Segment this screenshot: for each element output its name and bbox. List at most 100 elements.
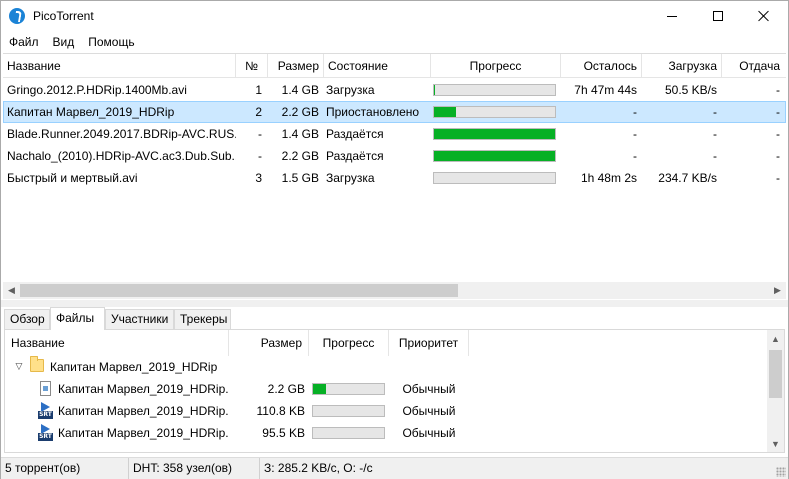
torrent-name: Blade.Runner.2049.2017.BDRip-AVC.RUS... xyxy=(7,127,236,141)
torrent-download-speed: - xyxy=(713,127,717,141)
column-progress[interactable]: Прогресс xyxy=(431,54,561,78)
scroll-right-icon[interactable]: ▶ xyxy=(769,282,786,299)
torrent-progress-bar xyxy=(433,172,556,184)
torrent-row[interactable]: Gringo.2012.P.HDRip.1400Mb.avi 1 1.4 GB … xyxy=(3,79,786,101)
maximize-button[interactable] xyxy=(695,1,741,31)
column-state[interactable]: Состояние xyxy=(324,54,431,78)
folder-row[interactable]: ▽ Капитан Марвел_2019_HDRip xyxy=(5,356,767,378)
torrent-progress-bar xyxy=(433,150,556,162)
column-remaining[interactable]: Осталось xyxy=(561,54,642,78)
scrollbar-thumb[interactable] xyxy=(20,284,458,297)
torrent-upload-speed: - xyxy=(776,171,780,185)
file-row[interactable]: SRT Капитан Марвел_2019_HDRip... 95.5 KB… xyxy=(5,422,767,444)
torrent-size: 2.2 GB xyxy=(281,149,319,163)
minimize-button[interactable] xyxy=(649,1,695,31)
file-priority: Обычный xyxy=(402,426,456,440)
files-column-name[interactable]: Название xyxy=(5,330,229,356)
torrent-row[interactable]: Blade.Runner.2049.2017.BDRip-AVC.RUS... … xyxy=(3,123,786,145)
file-name: Капитан Марвел_2019_HDRip... xyxy=(58,382,228,396)
column-name[interactable]: Название xyxy=(3,54,236,78)
minimize-icon xyxy=(667,15,677,17)
torrent-list-horizontal-scrollbar[interactable]: ◀ ▶ xyxy=(3,282,786,299)
torrent-name: Капитан Марвел_2019_HDRip xyxy=(7,105,175,119)
panel-splitter[interactable] xyxy=(1,300,788,307)
file-size: 95.5 KB xyxy=(262,426,305,440)
torrent-remaining: 7h 47m 44s xyxy=(574,83,637,97)
files-column-priority[interactable]: Приоритет xyxy=(389,330,469,356)
file-size: 110.8 KB xyxy=(256,404,305,418)
srt-file-icon: SRT xyxy=(38,402,53,419)
torrent-upload-speed: - xyxy=(776,127,780,141)
progress-fill xyxy=(313,384,326,394)
chevron-down-icon[interactable]: ▽ xyxy=(13,359,25,373)
torrent-number: 1 xyxy=(255,83,262,97)
file-row[interactable]: Капитан Марвел_2019_HDRip... 2.2 GB Обыч… xyxy=(5,378,767,400)
scroll-down-icon[interactable]: ▼ xyxy=(767,435,784,452)
torrent-download-speed: 234.7 KB/s xyxy=(658,171,717,185)
close-button[interactable] xyxy=(741,1,787,31)
scroll-left-icon[interactable]: ◀ xyxy=(3,282,20,299)
video-file-icon xyxy=(40,381,51,396)
file-progress-bar xyxy=(312,405,385,417)
scroll-up-icon[interactable]: ▲ xyxy=(767,330,784,347)
resize-grip-icon[interactable] xyxy=(776,467,786,477)
files-panel[interactable]: Название Размер Прогресс Приоритет ▽ Кап… xyxy=(4,329,785,453)
torrent-download-speed: - xyxy=(713,105,717,119)
torrent-state: Раздаётся xyxy=(326,149,384,163)
status-transfer-speed: З: 285.2 KB/с, О: -/с xyxy=(264,461,373,475)
torrent-number: 3 xyxy=(255,171,262,185)
column-upload[interactable]: Отдача xyxy=(722,54,784,78)
torrent-download-speed: 50.5 KB/s xyxy=(664,83,717,97)
torrent-progress-bar xyxy=(433,128,556,140)
file-progress-bar xyxy=(312,427,385,439)
folder-name: Капитан Марвел_2019_HDRip xyxy=(50,360,218,374)
tab-overview[interactable]: Обзор xyxy=(4,309,50,329)
torrent-row[interactable]: Nachalo_(2010).HDRip-AVC.ac3.Dub.Sub... … xyxy=(3,145,786,167)
window-title: PicoTorrent xyxy=(33,9,94,23)
torrent-state: Загрузка xyxy=(326,83,375,97)
torrent-remaining: - xyxy=(633,149,637,163)
file-name: Капитан Марвел_2019_HDRip... xyxy=(58,426,228,440)
torrent-name: Быстрый и мертвый.avi xyxy=(7,171,138,185)
title-bar[interactable]: PicoTorrent xyxy=(1,1,788,31)
torrent-progress-bar xyxy=(433,84,556,96)
torrent-upload-speed: - xyxy=(776,83,780,97)
torrent-number: 2 xyxy=(255,105,262,119)
tab-trackers[interactable]: Трекеры xyxy=(174,309,231,329)
files-header: Название Размер Прогресс Приоритет xyxy=(5,330,767,356)
torrent-number: - xyxy=(258,127,262,141)
progress-fill xyxy=(434,151,555,161)
status-torrent-count: 5 торрент(ов) xyxy=(1,458,129,479)
torrent-size: 1.5 GB xyxy=(281,171,319,185)
torrent-list[interactable]: Название № Размер Состояние Прогресс Ост… xyxy=(3,53,786,300)
scrollbar-thumb[interactable] xyxy=(769,350,782,398)
folder-icon xyxy=(30,356,44,372)
srt-file-icon: SRT xyxy=(38,424,53,441)
status-bar: 5 торрент(ов) DHT: 358 узел(ов) З: 285.2… xyxy=(1,457,788,479)
file-name: Капитан Марвел_2019_HDRip... xyxy=(58,404,228,418)
close-icon xyxy=(758,10,770,22)
menu-view[interactable]: Вид xyxy=(46,32,82,52)
file-progress-bar xyxy=(312,383,385,395)
menu-bar: Файл Вид Помощь xyxy=(1,32,788,52)
torrent-row-selected[interactable]: Капитан Марвел_2019_HDRip 2 2.2 GB Приос… xyxy=(3,101,786,123)
column-download[interactable]: Загрузка xyxy=(642,54,722,78)
file-row[interactable]: SRT Капитан Марвел_2019_HDRip... 110.8 K… xyxy=(5,400,767,422)
torrent-state: Загрузка xyxy=(326,171,375,185)
torrent-remaining: - xyxy=(633,127,637,141)
tab-peers[interactable]: Участники xyxy=(105,309,174,329)
tab-files[interactable]: Файлы xyxy=(50,307,105,330)
main-window: PicoTorrent Файл Вид Помощь Название № Р… xyxy=(0,0,789,479)
torrent-row[interactable]: Быстрый и мертвый.avi 3 1.5 GB Загрузка … xyxy=(3,167,786,189)
torrent-name: Nachalo_(2010).HDRip-AVC.ac3.Dub.Sub... xyxy=(7,149,236,163)
torrent-size: 2.2 GB xyxy=(281,105,319,119)
column-size[interactable]: Размер xyxy=(268,54,324,78)
column-number[interactable]: № xyxy=(236,54,268,78)
torrent-name: Gringo.2012.P.HDRip.1400Mb.avi xyxy=(7,83,187,97)
menu-help[interactable]: Помощь xyxy=(81,32,141,52)
files-column-progress[interactable]: Прогресс xyxy=(309,330,389,356)
files-column-size[interactable]: Размер xyxy=(229,330,309,356)
file-priority: Обычный xyxy=(402,404,456,418)
menu-file[interactable]: Файл xyxy=(1,32,46,52)
files-vertical-scrollbar[interactable]: ▲ ▼ xyxy=(767,330,784,452)
